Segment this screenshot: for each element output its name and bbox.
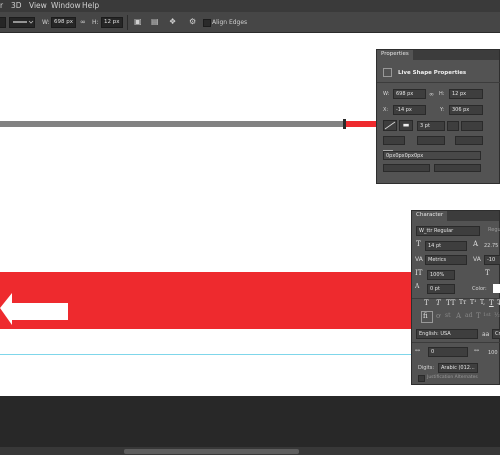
stroke-type-dropdown[interactable] <box>447 121 459 131</box>
menu-item-help[interactable]: Help <box>82 1 99 10</box>
ordinals-button[interactable]: 1st <box>483 312 491 318</box>
stylistic-alternates-button[interactable]: ad <box>465 312 472 319</box>
divider <box>127 15 128 30</box>
text-color-swatch[interactable] <box>493 284 500 293</box>
vertical-scale-icon: IT <box>415 269 423 277</box>
y-label: Y: <box>440 107 445 113</box>
corner-dropdown[interactable] <box>455 136 483 145</box>
link-icon[interactable]: ∞ <box>80 18 86 26</box>
height-field[interactable]: 12 px <box>449 89 483 99</box>
link-icon[interactable]: ∞ <box>429 91 434 98</box>
width-label: W: <box>42 19 50 26</box>
spacing-icon: ↔ <box>415 347 421 354</box>
tab-properties[interactable]: Properties <box>377 50 413 61</box>
height-label: H: <box>439 91 445 97</box>
spacing-icon-2: ↔ <box>474 347 480 354</box>
language-dropdown[interactable]: English: USA <box>416 329 478 339</box>
tracking-field[interactable]: -10 <box>484 255 500 265</box>
gear-icon[interactable]: ⚙ <box>189 18 196 26</box>
gray-line-shape[interactable] <box>0 121 345 127</box>
fractions-button[interactable]: ½ <box>494 312 500 319</box>
titling-button[interactable]: T <box>476 312 481 320</box>
leading-value[interactable]: 22.75 <box>484 243 498 249</box>
red-line-end-shape[interactable] <box>346 121 378 127</box>
white-arrow-shape[interactable] <box>0 289 72 327</box>
menu-item-view[interactable]: View <box>29 1 47 10</box>
old-style-button[interactable]: ơ <box>436 312 440 320</box>
height-field[interactable]: 12 px <box>101 17 123 28</box>
corner-field-left[interactable] <box>383 164 430 172</box>
small-caps-button[interactable]: Tт <box>459 299 466 306</box>
ligatures-button[interactable]: fi <box>423 312 428 320</box>
character-panel: Character W_ttr Regular Regu T 14 pt A 2… <box>411 210 500 385</box>
guide-line <box>0 354 415 355</box>
kerning-dropdown[interactable]: Metrics <box>425 255 467 265</box>
width-label: W: <box>383 91 390 97</box>
corner-field-right[interactable] <box>434 164 481 172</box>
divider <box>377 82 500 83</box>
spacing-field[interactable]: 0 <box>428 347 468 357</box>
cap-dropdown[interactable] <box>417 136 445 145</box>
font-size-field[interactable]: 14 pt <box>425 241 467 251</box>
menu-item-window[interactable]: Window <box>51 1 81 10</box>
stroke-type-dropdown[interactable] <box>9 17 35 28</box>
stroke-width-field[interactable]: 3 pt <box>417 121 445 131</box>
underline-button[interactable]: T <box>489 299 494 307</box>
menu-bar: r 3D View Window Help <box>0 0 500 12</box>
baseline-shift-icon: A <box>415 283 420 290</box>
tab-character[interactable]: Character <box>412 211 448 222</box>
all-caps-button[interactable]: TT <box>446 299 455 307</box>
stroke-style-dropdown[interactable] <box>461 121 483 131</box>
baseline-shift-field[interactable]: 0 pt <box>427 284 455 294</box>
path-arrangement-icon[interactable]: ❖ <box>169 18 176 26</box>
tracking-icon: VA <box>473 256 481 263</box>
kerning-icon: VA <box>415 256 423 263</box>
menu-item-3d[interactable]: 3D <box>11 1 22 10</box>
path-operations-icon[interactable]: ▣ <box>134 18 142 26</box>
antialias-icon: aa <box>482 331 490 338</box>
path-alignment-icon[interactable]: ▤ <box>151 18 159 26</box>
properties-panel: Properties Live Shape Properties W: 698 … <box>376 49 500 184</box>
corner-radius-field[interactable]: 0px0px0px0px <box>383 151 481 160</box>
live-shape-icon <box>383 68 392 77</box>
faux-italic-button[interactable]: T <box>436 299 441 307</box>
menu-item-type[interactable]: r <box>0 1 3 10</box>
x-label: X: <box>383 107 389 113</box>
subscript-button[interactable]: T, <box>480 299 485 306</box>
digits-dropdown[interactable]: Arabic (012... <box>438 363 478 373</box>
stroke-line-icon <box>13 20 34 24</box>
shape-mode-dropdown[interactable] <box>0 17 6 28</box>
horizontal-scale-icon: T <box>485 269 490 277</box>
color-label: Color: <box>472 286 487 292</box>
digits-label: Digits: <box>418 365 435 371</box>
discretionary-ligatures-button[interactable]: st <box>445 312 451 319</box>
font-style-dropdown[interactable]: Regu <box>488 227 500 233</box>
leading-icon: A <box>473 240 479 248</box>
spacing-field-2[interactable]: 100 <box>488 350 498 356</box>
width-field[interactable]: 698 px <box>51 17 76 28</box>
font-size-icon: T <box>416 240 421 248</box>
align-dropdown[interactable] <box>383 136 405 145</box>
no-fill-icon <box>384 121 396 130</box>
y-field[interactable]: 306 px <box>449 105 483 115</box>
superscript-button[interactable]: T¹ <box>470 299 476 306</box>
options-bar: W: 698 px ∞ H: 12 px ▣ ▤ ❖ ⚙ Align Edges <box>0 12 500 33</box>
height-label: H: <box>92 19 99 26</box>
swash-button[interactable]: A <box>456 312 461 320</box>
justification-alternates-checkbox[interactable] <box>418 375 425 382</box>
divider <box>412 342 500 343</box>
font-family-dropdown[interactable]: W_ttr Regular <box>416 226 480 236</box>
antialias-dropdown[interactable]: Cr <box>492 329 500 339</box>
fill-swatch[interactable] <box>383 120 397 131</box>
section-title: Live Shape Properties <box>398 70 467 76</box>
align-edges-label: Align Edges <box>212 19 248 26</box>
width-field[interactable]: 698 px <box>393 89 426 99</box>
faux-bold-button[interactable]: T <box>424 299 429 307</box>
stroke-swatch[interactable]: ▬ <box>399 120 413 131</box>
justification-alternates-label: Justification Alternates <box>427 375 478 380</box>
x-field[interactable]: -14 px <box>393 105 426 115</box>
vertical-scale-field[interactable]: 100% <box>427 270 455 280</box>
align-edges-checkbox[interactable] <box>203 19 211 27</box>
scrollbar-thumb[interactable] <box>124 449 299 454</box>
